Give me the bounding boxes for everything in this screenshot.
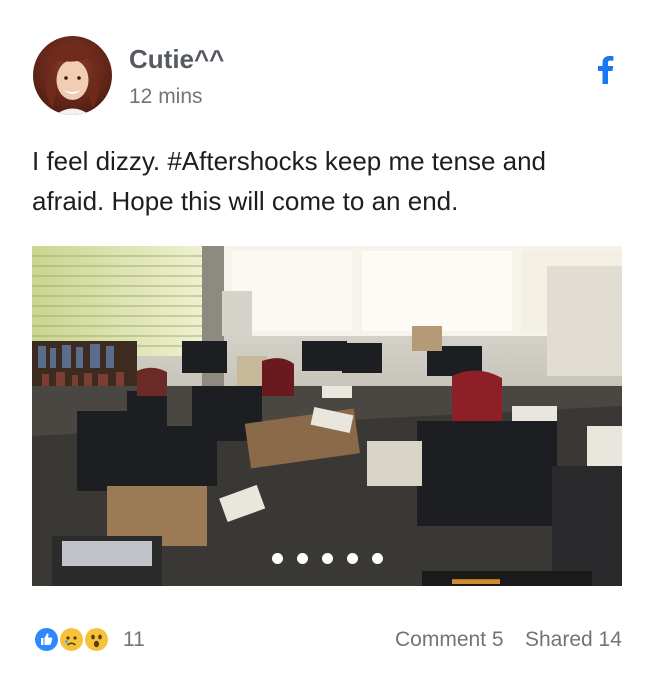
svg-text:▬▬▬: ▬▬▬: [452, 571, 500, 586]
author-name[interactable]: Cutie^^: [129, 44, 224, 75]
sad-icon: [58, 626, 85, 653]
carousel-indicator[interactable]: [32, 553, 622, 564]
avatar[interactable]: [33, 36, 112, 115]
facebook-icon[interactable]: [593, 54, 617, 84]
carousel-dot[interactable]: [371, 553, 383, 564]
post-timestamp: 12 mins: [129, 85, 203, 108]
carousel-dot[interactable]: [346, 553, 358, 564]
like-icon: [33, 626, 60, 653]
carousel-dot[interactable]: [321, 553, 333, 564]
reaction-count[interactable]: 11: [123, 628, 145, 652]
comment-count-link[interactable]: Comment 5: [395, 628, 504, 652]
carousel-dot[interactable]: [296, 553, 308, 564]
office-scene-image: ▬▬▬: [32, 246, 622, 586]
post-photo[interactable]: ▬▬▬: [32, 246, 622, 586]
carousel-dot[interactable]: [271, 553, 283, 564]
wow-icon: [83, 626, 110, 653]
share-count-link[interactable]: Shared 14: [525, 628, 622, 652]
post-body-text: I feel dizzy. #Aftershocks keep me tense…: [32, 146, 547, 216]
social-post-card: Cutie^^ 12 mins I feel dizzy. #Aftershoc…: [0, 0, 656, 686]
